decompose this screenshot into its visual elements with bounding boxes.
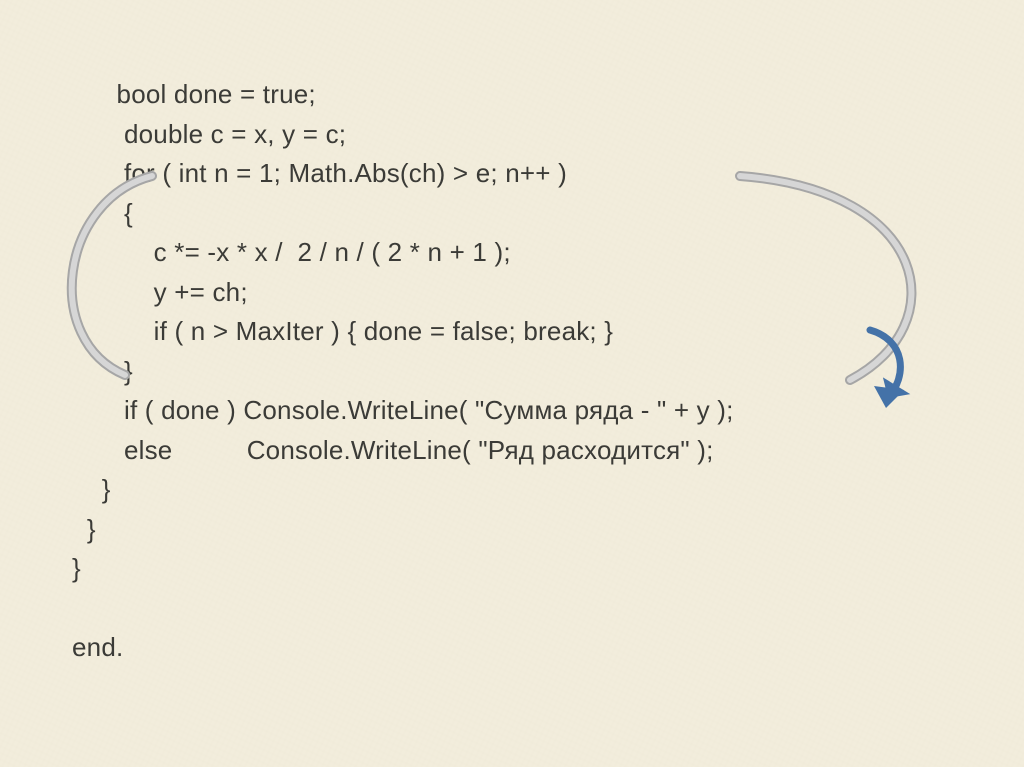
code-line: if ( n > MaxIter ) { done = false; break…	[72, 316, 613, 346]
code-line: else Console.WriteLine( "Ряд расходится"…	[72, 435, 714, 465]
code-line: bool done = true;	[72, 79, 316, 109]
code-block: bool done = true; double c = x, y = c; f…	[72, 75, 734, 668]
code-line: }	[72, 514, 96, 544]
code-line: }	[72, 474, 111, 504]
code-line: y += ch;	[72, 277, 248, 307]
code-line: if ( done ) Console.WriteLine( "Сумма ря…	[72, 395, 734, 425]
code-line: {	[72, 198, 133, 228]
code-line: end.	[72, 632, 123, 662]
code-line: double c = x, y = c;	[72, 119, 346, 149]
code-line: c *= -x * x / 2 / n / ( 2 * n + 1 );	[72, 237, 511, 267]
code-line: }	[72, 553, 81, 583]
code-line: for ( int n = 1; Math.Abs(ch) > e; n++ )	[72, 158, 567, 188]
code-line: }	[72, 356, 133, 386]
